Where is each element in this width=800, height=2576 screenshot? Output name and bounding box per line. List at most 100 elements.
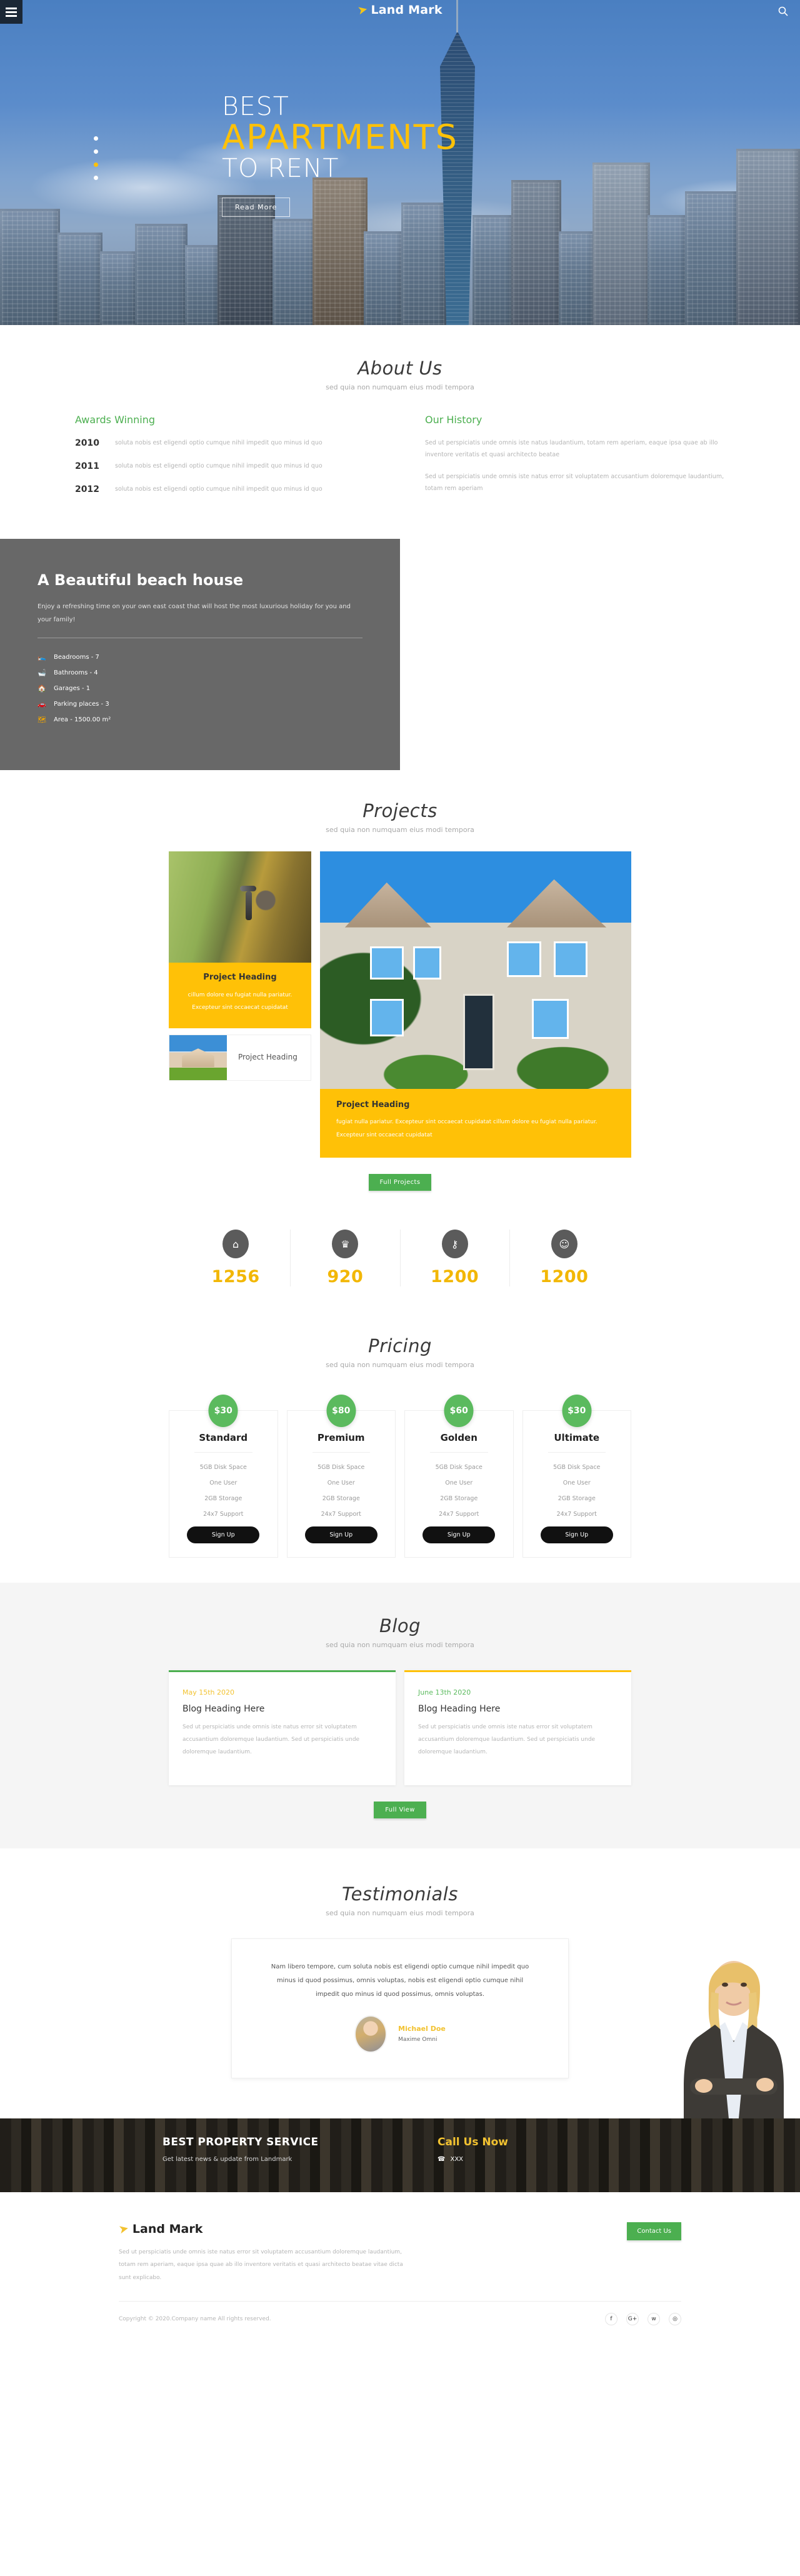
- blog-date: June 13th 2020: [418, 1688, 471, 1697]
- search-icon[interactable]: [778, 6, 789, 17]
- house-roof: [344, 879, 607, 928]
- facebook-icon[interactable]: f: [605, 2312, 618, 2325]
- bed-icon: 🛌: [38, 653, 46, 661]
- sign-up-button[interactable]: Sign Up: [422, 1526, 496, 1544]
- beach-house-lead: Enjoy a refreshing time on your own east…: [38, 603, 351, 623]
- bathtub-icon: 🛁: [38, 669, 46, 677]
- projects-subtitle: sed quia non numquam eius modi tempora: [326, 826, 474, 834]
- read-more-button[interactable]: Read More: [222, 198, 291, 217]
- plan-features: 5GB Disk Space One User 2GB Storage 24x7…: [412, 1464, 506, 1518]
- pricing-card-golden: $60 Golden 5GB Disk Space One User 2GB S…: [404, 1395, 514, 1558]
- hamburger-menu-icon[interactable]: [0, 0, 22, 24]
- phone-icon: ☎: [438, 2155, 446, 2163]
- plan-name: Premium: [317, 1432, 365, 1444]
- hero-line-3: TO RENT: [222, 153, 339, 183]
- paper-plane-icon: ➤: [117, 2221, 131, 2237]
- slider-dot-3-active[interactable]: [94, 163, 98, 167]
- slider-dot-2[interactable]: [94, 149, 98, 154]
- brand-logo[interactable]: ➤ Land Mark: [356, 2, 442, 18]
- footer: ➤ Land Mark Sed ut perspiciatis unde omn…: [0, 2192, 800, 2344]
- project-text: cillum dolore eu fugiat nulla pariatur. …: [188, 992, 292, 1011]
- testimonial-card: Nam libero tempore, cum soluta nobis est…: [231, 1938, 569, 2078]
- dribbble-icon[interactable]: ◎: [669, 2312, 681, 2325]
- about-columns: Awards Winning 2010 soluta nobis est eli…: [75, 414, 725, 506]
- top-bar: ➤ Land Mark: [0, 0, 800, 24]
- blog-card[interactable]: May 15th 2020 Blog Heading Here Sed ut p…: [169, 1670, 396, 1785]
- plan-feature: 24x7 Support: [203, 1511, 244, 1518]
- plan-feature: One User: [562, 1480, 591, 1487]
- slider-dot-1[interactable]: [94, 136, 98, 141]
- feature-item: 🛌 Beadrooms - 7: [38, 653, 362, 661]
- plan-feature: 24x7 Support: [321, 1511, 361, 1518]
- phone-row[interactable]: ☎ XXX: [438, 2156, 508, 2163]
- brand-name: Land Mark: [371, 3, 442, 17]
- about-section: About Us sed quia non numquam eius modi …: [0, 325, 800, 531]
- hero-slider-dots[interactable]: [94, 136, 98, 189]
- plan-divider: [548, 1452, 606, 1453]
- plan-feature: 5GB Disk Space: [435, 1464, 482, 1471]
- stat-value: 1256: [211, 1267, 260, 1287]
- plan-feature: 2GB Storage: [440, 1495, 478, 1503]
- plan-feature: One User: [445, 1480, 473, 1487]
- pricing-header: Pricing sed quia non numquam eius modi t…: [0, 1335, 800, 1369]
- smiley-icon: ☺: [551, 1230, 578, 1259]
- pricing-title: Pricing: [368, 1335, 432, 1357]
- sign-up-button[interactable]: Sign Up: [187, 1526, 260, 1544]
- feature-label: Garages - 1: [54, 685, 91, 692]
- projects-left-column: Project Heading cillum dolore eu fugiat …: [169, 851, 311, 1081]
- plan-features: 5GB Disk Space One User 2GB Storage 24x7…: [531, 1464, 624, 1518]
- phone-number: XXX: [450, 2155, 464, 2163]
- sign-up-button[interactable]: Sign Up: [540, 1526, 613, 1544]
- testimonial-quote: Nam libero tempore, cum soluta nobis est…: [271, 1963, 529, 1998]
- house-image: [320, 851, 631, 1089]
- awards-title: Awards Winning: [75, 414, 155, 426]
- plan-feature: 5GB Disk Space: [318, 1464, 365, 1471]
- twitter-icon[interactable]: ᴡ: [648, 2312, 660, 2325]
- feature-item: 🛁 Bathrooms - 4: [38, 669, 362, 677]
- stat-item: ♛ 920: [291, 1230, 401, 1287]
- feature-item: 🚗 Parking places - 3: [38, 700, 362, 708]
- footer-divider: [119, 2300, 681, 2302]
- plan-divider: [312, 1452, 370, 1453]
- google-plus-icon[interactable]: G+: [626, 2312, 639, 2325]
- plan-feature: One User: [327, 1480, 355, 1487]
- plan-divider: [430, 1452, 488, 1453]
- project-heading: Project Heading: [336, 1100, 410, 1110]
- plan-name: Golden: [440, 1432, 478, 1444]
- project-heading: Project Heading: [203, 973, 277, 982]
- blog-text: Sed ut perspiciatis unde omnis iste natu…: [418, 1724, 596, 1755]
- award-year: 2011: [75, 461, 99, 471]
- project-card-tiny[interactable]: Project Heading: [169, 1034, 311, 1081]
- beach-house-section: A Beautiful beach house Enjoy a refreshi…: [0, 539, 400, 770]
- award-row: 2011 soluta nobis est eligendi optio cum…: [75, 460, 375, 472]
- hero-copy: BEST APARTMENTS TO RENT Read More: [222, 94, 458, 217]
- award-text: soluta nobis est eligendi optio cumque n…: [115, 463, 322, 469]
- testimonial-name: Michael Doe: [398, 2025, 446, 2033]
- plan-feature: One User: [209, 1480, 238, 1487]
- projects-section: Projects sed quia non numquam eius modi …: [0, 770, 800, 1301]
- contact-us-button[interactable]: Contact Us: [627, 2222, 681, 2240]
- trophy-icon: ♛: [332, 1230, 359, 1259]
- sign-up-button[interactable]: Sign Up: [304, 1526, 378, 1544]
- price-badge: $30: [208, 1395, 238, 1428]
- feature-label: Area - 1500.00 m²: [54, 716, 111, 723]
- projects-grid: Project Heading cillum dolore eu fugiat …: [169, 851, 631, 1158]
- footer-brand-logo[interactable]: ➤ Land Mark: [117, 2221, 412, 2237]
- feature-label: Parking places - 3: [54, 701, 109, 708]
- stat-item: ⌂ 1256: [181, 1230, 291, 1287]
- project-card-small[interactable]: Project Heading cillum dolore eu fugiat …: [169, 963, 311, 1028]
- award-row: 2010 soluta nobis est eligendi optio cum…: [75, 437, 375, 449]
- blog-card[interactable]: June 13th 2020 Blog Heading Here Sed ut …: [404, 1670, 631, 1785]
- slider-dot-4[interactable]: [94, 176, 98, 180]
- stat-item: ☺ 1200: [510, 1230, 619, 1286]
- plan-feature: 2GB Storage: [558, 1495, 596, 1503]
- car-icon: 🚗: [38, 700, 46, 708]
- pricing-card-ultimate: $30 Ultimate 5GB Disk Space One User 2GB…: [522, 1395, 631, 1558]
- project-card-wide[interactable]: Project Heading fugiat nulla pariatur. E…: [320, 1089, 631, 1158]
- pricing-subtitle: sed quia non numquam eius modi tempora: [326, 1361, 474, 1370]
- full-view-button[interactable]: Full View: [374, 1801, 426, 1818]
- full-projects-button[interactable]: Full Projects: [368, 1174, 432, 1191]
- project-heading: Project Heading: [238, 1052, 298, 1061]
- stat-value: 1200: [431, 1267, 479, 1287]
- businesswoman-photo: [684, 1960, 784, 2118]
